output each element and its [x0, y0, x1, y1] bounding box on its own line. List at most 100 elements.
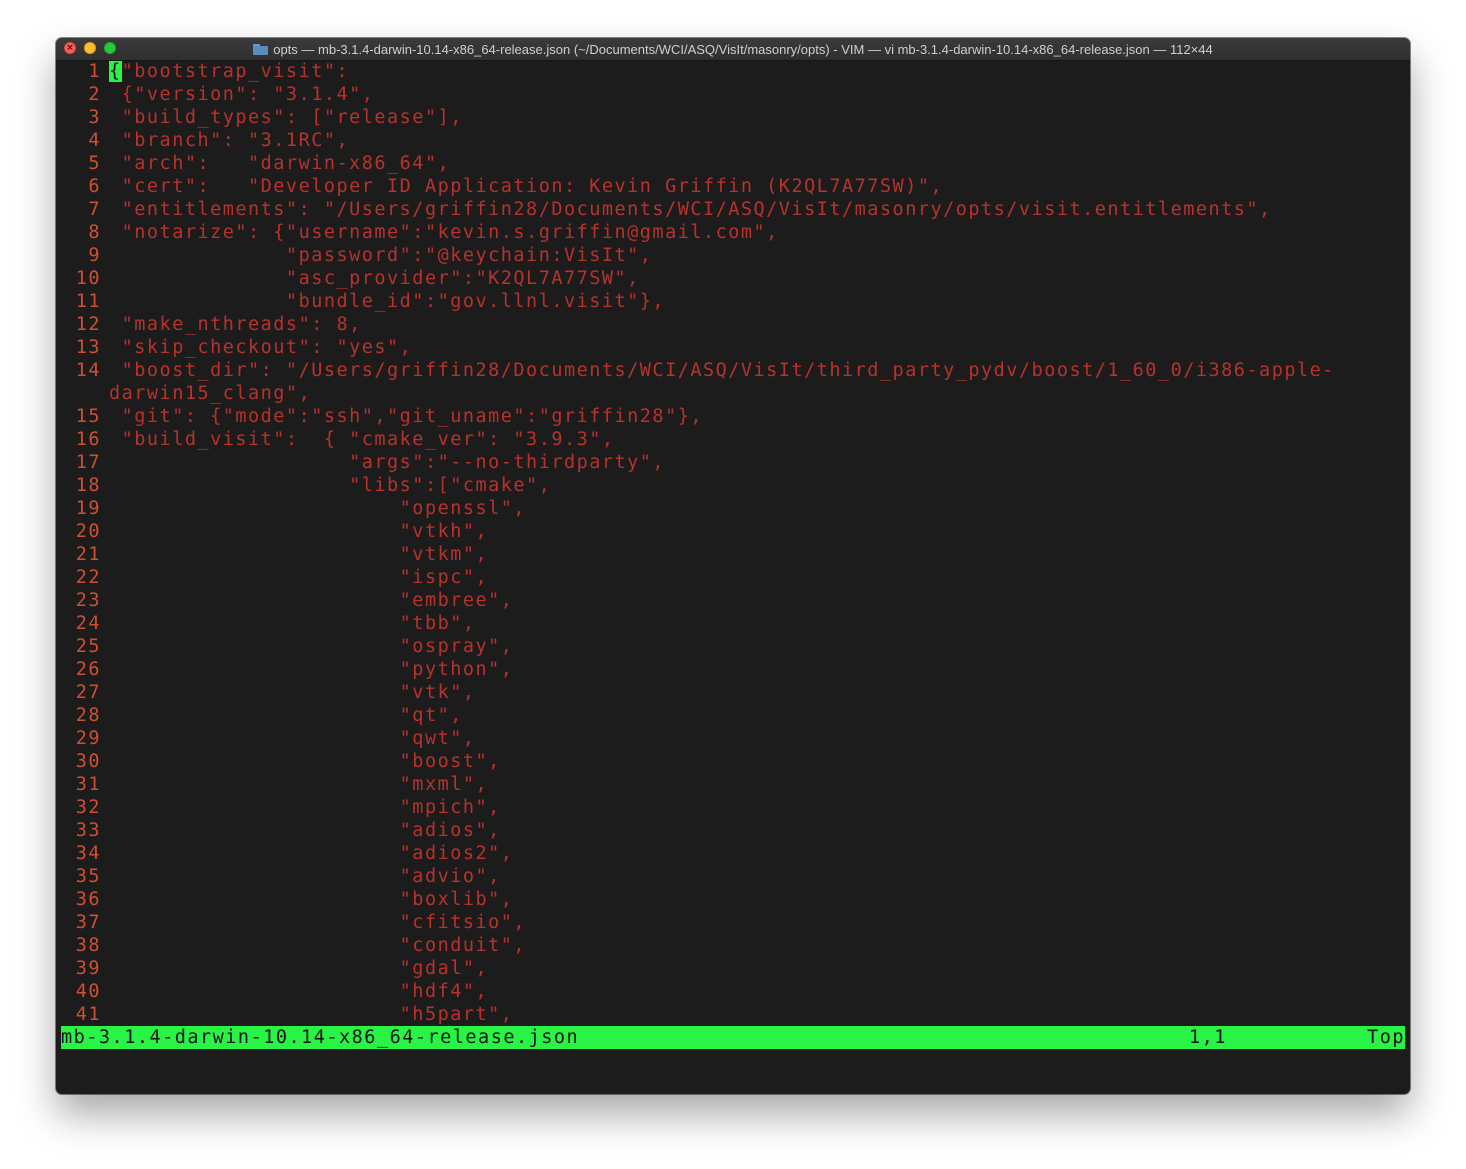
editor-line[interactable]: darwin15_clang", [61, 382, 1405, 405]
editor-line[interactable]: 12 "make_nthreads": 8, [61, 313, 1405, 336]
editor-line[interactable]: 17 "args":"--no-thirdparty", [61, 451, 1405, 474]
line-number: 10 [75, 268, 101, 289]
line-text: "bootstrap_visit": [121, 61, 350, 82]
line-text: "cert": "Developer ID Application: Kevin… [109, 176, 944, 197]
editor-line[interactable]: 27 "vtk", [61, 681, 1405, 704]
line-text: darwin15_clang", [109, 383, 312, 404]
line-number: 38 [75, 935, 101, 956]
line-text: "adios", [109, 820, 501, 841]
line-text: "ispc", [109, 567, 489, 588]
editor-line[interactable]: 33 "adios", [61, 819, 1405, 842]
line-number: 14 [75, 360, 101, 381]
editor-line[interactable]: 41 "h5part", [61, 1003, 1405, 1026]
vim-statusline: mb-3.1.4-darwin-10.14-x86_64-release.jso… [61, 1026, 1405, 1049]
line-text: "asc_provider":"K2QL7A77SW", [109, 268, 640, 289]
line-number: 33 [75, 820, 101, 841]
line-text: "cfitsio", [109, 912, 527, 933]
vim-editor-buffer[interactable]: 1 {"bootstrap_visit": 2 {"version": "3.1.4… [61, 60, 1405, 1026]
editor-line[interactable]: 9 "password":"@keychain:VisIt", [61, 244, 1405, 267]
editor-line[interactable]: 6 "cert": "Developer ID Application: Kev… [61, 175, 1405, 198]
editor-line[interactable]: 20 "vtkh", [61, 520, 1405, 543]
line-text: "make_nthreads": 8, [109, 314, 362, 335]
statusline-scroll-indicator: Top [1367, 1027, 1405, 1048]
editor-line[interactable]: 10 "asc_provider":"K2QL7A77SW", [61, 267, 1405, 290]
editor-line[interactable]: 36 "boxlib", [61, 888, 1405, 911]
line-number: 25 [75, 636, 101, 657]
editor-line[interactable]: 14 "boost_dir": "/Users/griffin28/Docume… [61, 359, 1405, 382]
text-cursor: { [109, 61, 122, 82]
editor-line[interactable]: 1 {"bootstrap_visit": [61, 60, 1405, 83]
editor-line[interactable]: 37 "cfitsio", [61, 911, 1405, 934]
editor-line[interactable]: 28 "qt", [61, 704, 1405, 727]
line-text: "qwt", [109, 728, 476, 749]
title-bar[interactable]: × opts — mb-3.1.4-darwin-10.14-x86_64-re… [56, 38, 1410, 61]
editor-line[interactable]: 26 "python", [61, 658, 1405, 681]
editor-line[interactable]: 16 "build_visit": { "cmake_ver": "3.9.3"… [61, 428, 1405, 451]
editor-line[interactable]: 29 "qwt", [61, 727, 1405, 750]
line-number: 41 [75, 1004, 101, 1025]
line-text: "libs":["cmake", [109, 475, 552, 496]
editor-line[interactable]: 30 "boost", [61, 750, 1405, 773]
line-number: 19 [75, 498, 101, 519]
line-text: "conduit", [109, 935, 527, 956]
editor-line[interactable]: 25 "ospray", [61, 635, 1405, 658]
editor-line[interactable]: 32 "mpich", [61, 796, 1405, 819]
line-text: "entitlements": "/Users/griffin28/Docume… [109, 199, 1272, 220]
line-number: 26 [75, 659, 101, 680]
line-number: 16 [75, 429, 101, 450]
editor-line[interactable]: 19 "openssl", [61, 497, 1405, 520]
editor-line[interactable]: 40 "hdf4", [61, 980, 1405, 1003]
editor-line[interactable]: 18 "libs":["cmake", [61, 474, 1405, 497]
editor-line[interactable]: 5 "arch": "darwin-x86_64", [61, 152, 1405, 175]
line-text: "skip_checkout": "yes", [109, 337, 413, 358]
line-number: 11 [75, 291, 101, 312]
line-number: 22 [75, 567, 101, 588]
terminal-window: × opts — mb-3.1.4-darwin-10.14-x86_64-re… [56, 38, 1410, 1094]
line-text: "password":"@keychain:VisIt", [109, 245, 653, 266]
line-text: "vtkm", [109, 544, 489, 565]
line-text: "boost", [109, 751, 501, 772]
editor-line[interactable]: 34 "adios2", [61, 842, 1405, 865]
editor-line[interactable]: 31 "mxml", [61, 773, 1405, 796]
line-number: 1 [88, 61, 101, 82]
editor-line[interactable]: 22 "ispc", [61, 566, 1405, 589]
line-text: "notarize": {"username":"kevin.s.griffin… [109, 222, 779, 243]
editor-line[interactable]: 2 {"version": "3.1.4", [61, 83, 1405, 106]
editor-line[interactable]: 3 "build_types": ["release"], [61, 106, 1405, 129]
editor-line[interactable]: 4 "branch": "3.1RC", [61, 129, 1405, 152]
line-text: "openssl", [109, 498, 527, 519]
line-text: "bundle_id":"gov.llnl.visit"}, [109, 291, 666, 312]
editor-line[interactable]: 24 "tbb", [61, 612, 1405, 635]
statusline-cursor-position: 1,1 [1189, 1027, 1227, 1048]
line-text: "git": {"mode":"ssh","git_uname":"griffi… [109, 406, 703, 427]
line-number: 27 [75, 682, 101, 703]
line-text: "vtkh", [109, 521, 489, 542]
editor-line[interactable]: 11 "bundle_id":"gov.llnl.visit"}, [61, 290, 1405, 313]
editor-line[interactable]: 7 "entitlements": "/Users/griffin28/Docu… [61, 198, 1405, 221]
line-number: 12 [75, 314, 101, 335]
editor-line[interactable]: 15 "git": {"mode":"ssh","git_uname":"gri… [61, 405, 1405, 428]
editor-line[interactable]: 13 "skip_checkout": "yes", [61, 336, 1405, 359]
line-text: "mxml", [109, 774, 489, 795]
statusline-filename: mb-3.1.4-darwin-10.14-x86_64-release.jso… [61, 1027, 580, 1048]
line-text: "h5part", [109, 1004, 514, 1025]
editor-line[interactable]: 38 "conduit", [61, 934, 1405, 957]
editor-line[interactable]: 35 "advio", [61, 865, 1405, 888]
line-number: 4 [88, 130, 101, 151]
line-number: 21 [75, 544, 101, 565]
line-number: 34 [75, 843, 101, 864]
line-number: 3 [88, 107, 101, 128]
line-text: "branch": "3.1RC", [109, 130, 350, 151]
window-title-area: opts — mb-3.1.4-darwin-10.14-x86_64-rele… [56, 38, 1410, 60]
line-number: 20 [75, 521, 101, 542]
line-text: "build_types": ["release"], [109, 107, 463, 128]
line-number: 8 [88, 222, 101, 243]
editor-line[interactable]: 23 "embree", [61, 589, 1405, 612]
line-number: 13 [75, 337, 101, 358]
line-text: "mpich", [109, 797, 501, 818]
line-text: "boost_dir": "/Users/griffin28/Documents… [109, 360, 1335, 381]
line-text: "args":"--no-thirdparty", [109, 452, 666, 473]
editor-line[interactable]: 39 "gdal", [61, 957, 1405, 980]
editor-line[interactable]: 21 "vtkm", [61, 543, 1405, 566]
editor-line[interactable]: 8 "notarize": {"username":"kevin.s.griff… [61, 221, 1405, 244]
